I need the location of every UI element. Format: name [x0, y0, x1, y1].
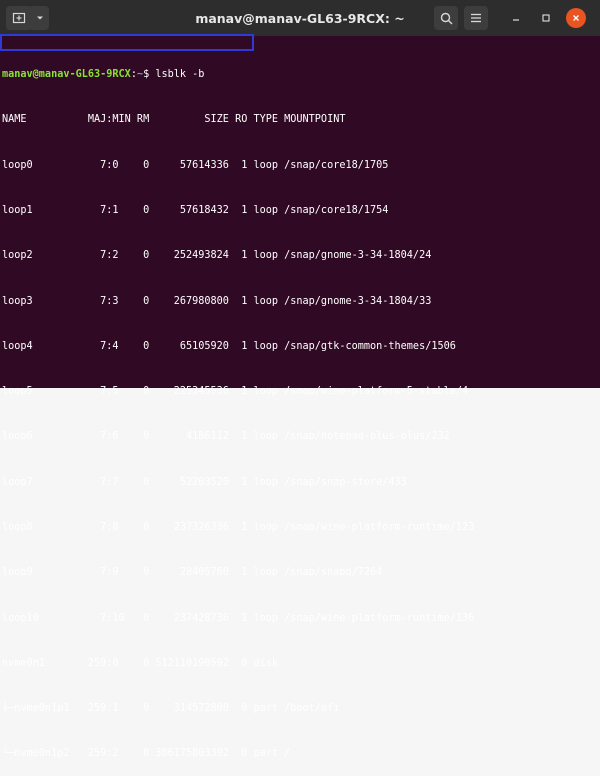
minimize-button[interactable]: [506, 8, 526, 28]
maximize-button[interactable]: [536, 8, 556, 28]
search-button[interactable]: [434, 6, 458, 30]
table-row: loop7 7:7 0 52203520 1 loop /snap/snap-s…: [2, 476, 407, 488]
search-icon: [440, 12, 452, 24]
table-row: loop9 7:9 0 28405760 1 loop /snap/snapd/…: [2, 567, 383, 579]
table-row: nvme0n1 259:0 0 512110190592 0 disk: [2, 657, 279, 669]
title-bar: manav@manav-GL63-9RCX: ~: [0, 0, 600, 36]
table-row: loop2 7:2 0 252493824 1 loop /snap/gnome…: [2, 250, 432, 262]
table-row: loop0 7:0 0 57614336 1 loop /snap/core18…: [2, 159, 389, 171]
close-icon: [573, 15, 579, 21]
table-row: └─nvme0n1p2 259:2 0 306175803392 0 part …: [2, 748, 291, 760]
command-line: manav@manav-GL63-9RCX:~$ lsblk -b: [2, 67, 600, 82]
close-button[interactable]: [566, 8, 586, 28]
terminal-output[interactable]: manav@manav-GL63-9RCX:~$ lsblk -b NAME M…: [0, 36, 600, 759]
command-text: lsblk -b: [149, 69, 205, 81]
table-header: NAME MAJ:MIN RM SIZE RO TYPE MOUNTPOINT: [2, 114, 346, 126]
table-row: ├─nvme0n1p1 259:1 0 314572800 0 part /bo…: [2, 703, 340, 715]
maximize-icon: [542, 14, 550, 22]
table-row: loop10 7:10 0 237428736 1 loop /snap/win…: [2, 612, 475, 624]
table-row: loop5 7:5 0 225345536 1 loop /snap/wine-…: [2, 386, 469, 398]
minimize-icon: [513, 19, 519, 21]
table-row: loop3 7:3 0 267980800 1 loop /snap/gnome…: [2, 295, 432, 307]
hamburger-menu-button[interactable]: [464, 6, 488, 30]
table-row: loop1 7:1 0 57618432 1 loop /snap/core18…: [2, 205, 389, 217]
table-row: loop8 7:8 0 237326336 1 loop /snap/wine-…: [2, 522, 475, 533]
table-row: loop4 7:4 0 65105920 1 loop /snap/gtk-co…: [2, 340, 456, 352]
hamburger-icon: [471, 13, 481, 23]
table-row: loop6 7:6 0 4186112 1 loop /snap/notepad…: [2, 431, 450, 443]
prompt-user-host: manav@manav-GL63-9RCX: [2, 69, 131, 81]
